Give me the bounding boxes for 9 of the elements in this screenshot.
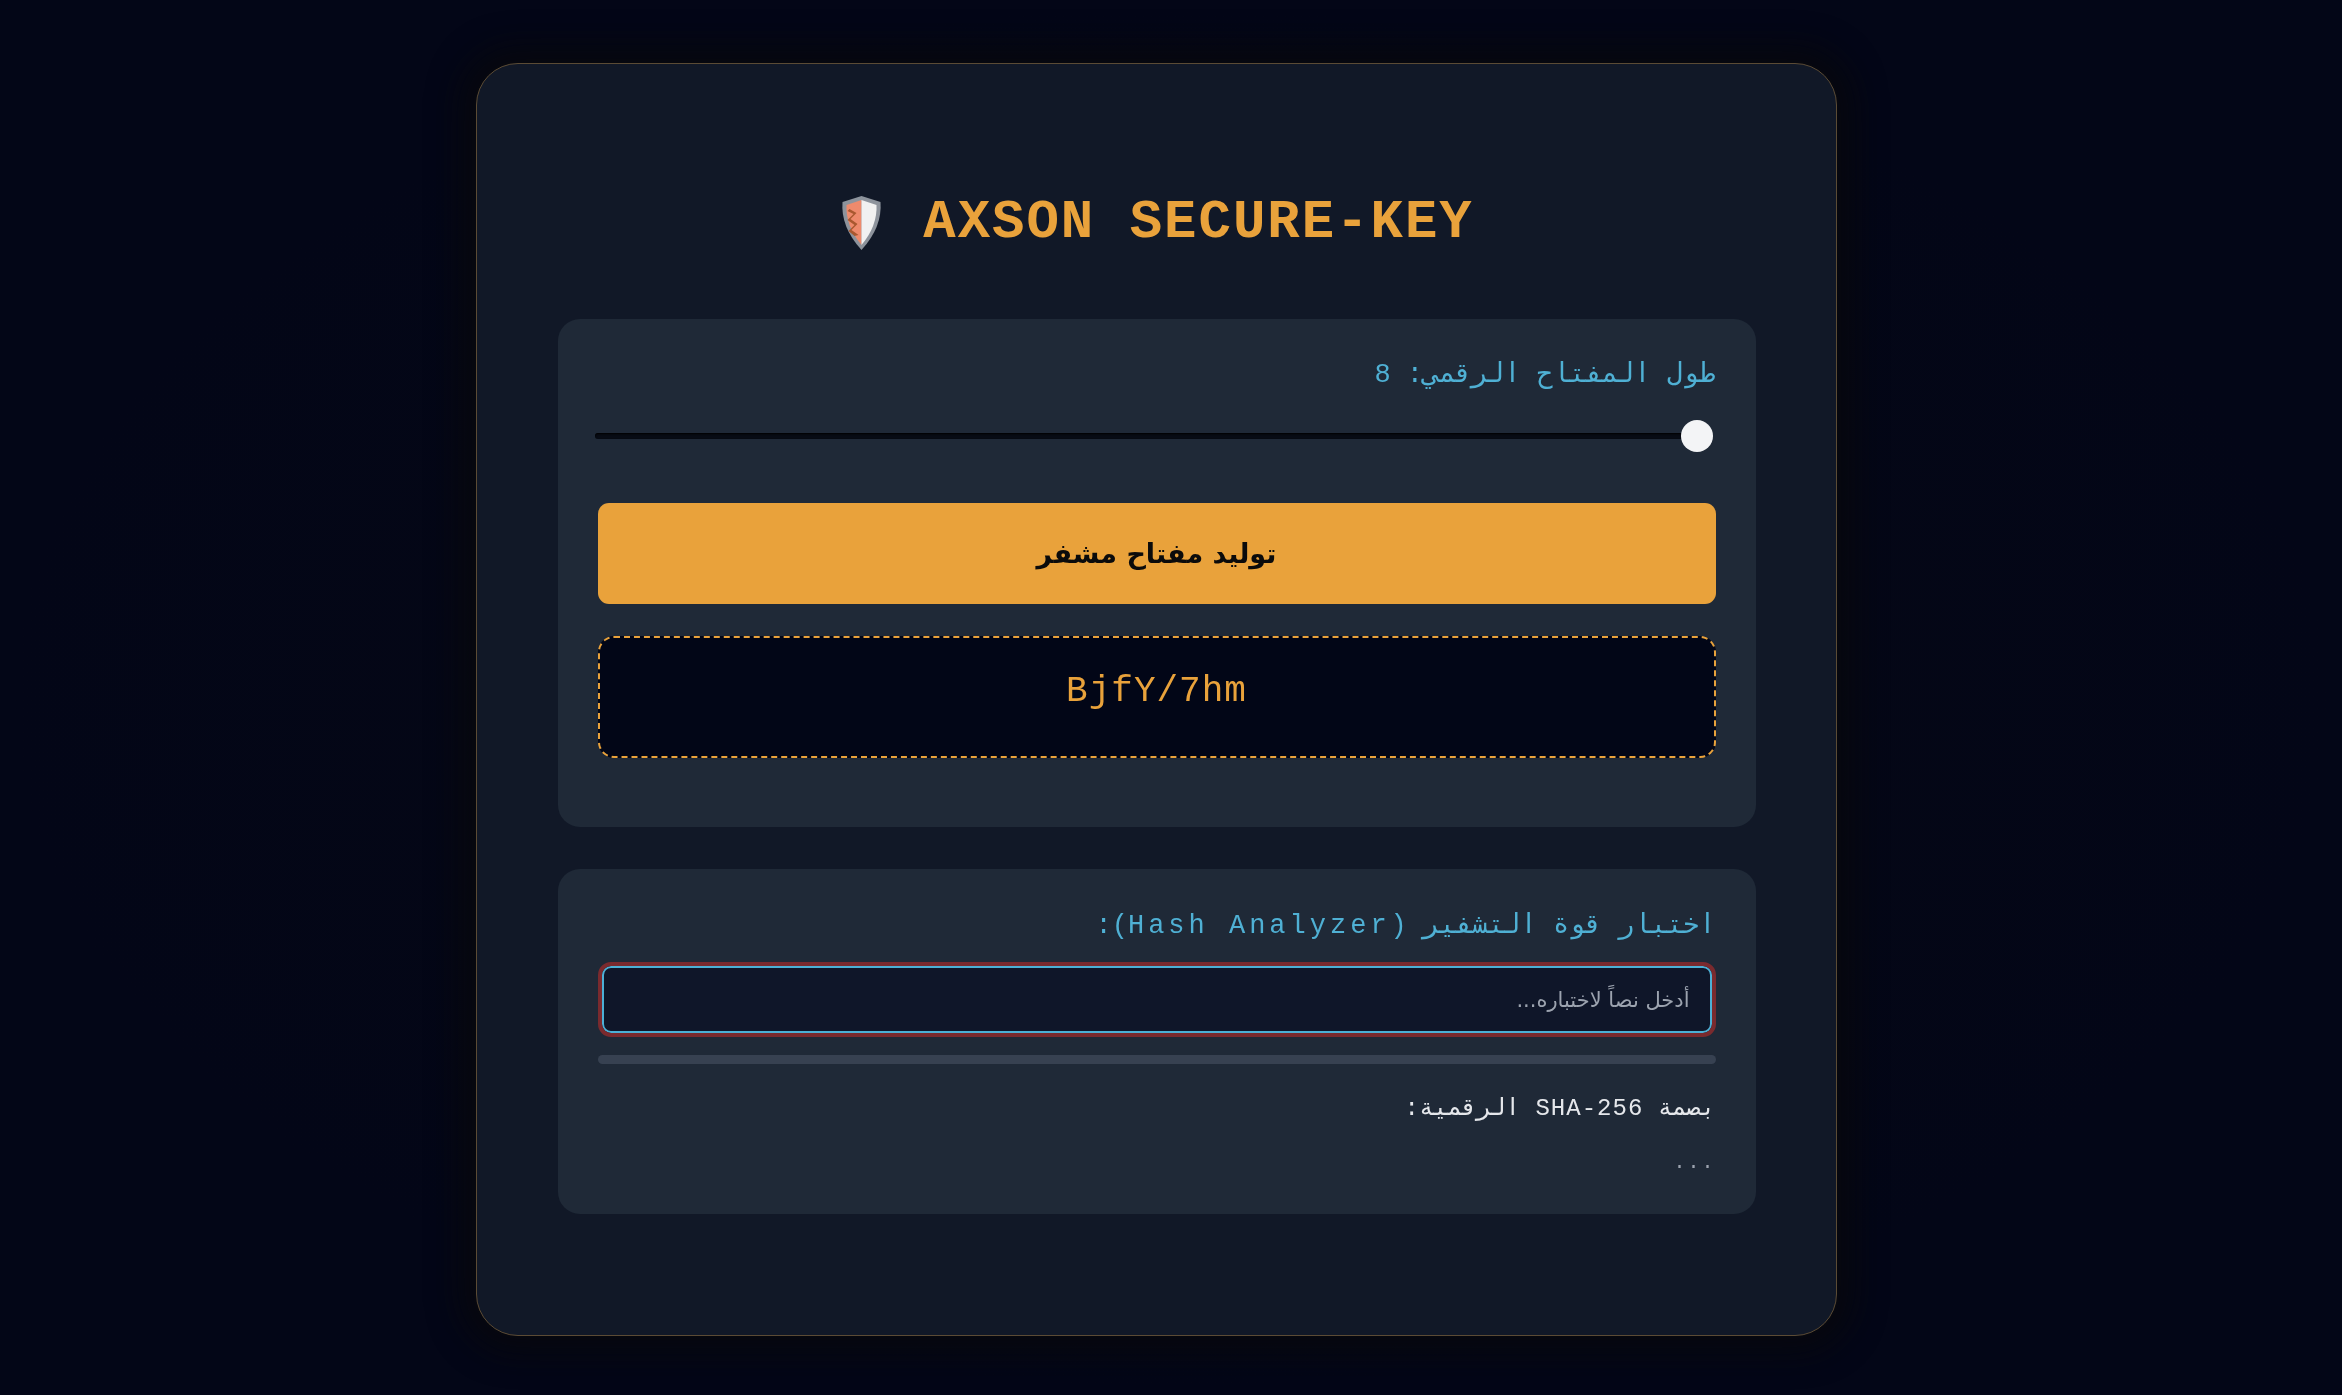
slider-thumb[interactable]: [1680, 420, 1713, 452]
text-input-field[interactable]: أدخل نصاً لاختباره...: [597, 962, 1716, 1037]
app-title: AXSON SECURE-KEY: [923, 191, 1474, 255]
analyzer-label: اختبار قوة التشفير (Hash Analyzer):: [1095, 910, 1716, 942]
length-label: طول المفتاح الرقمي: 8: [1374, 359, 1716, 391]
generate-key-button[interactable]: توليد مفتاح مشفر: [597, 503, 1716, 604]
generated-key: BjfY/7hm: [1066, 671, 1247, 713]
hash-label: بصمة SHA-256 الرقمية:: [1404, 1094, 1716, 1124]
hash-value: ...: [1673, 1151, 1716, 1175]
